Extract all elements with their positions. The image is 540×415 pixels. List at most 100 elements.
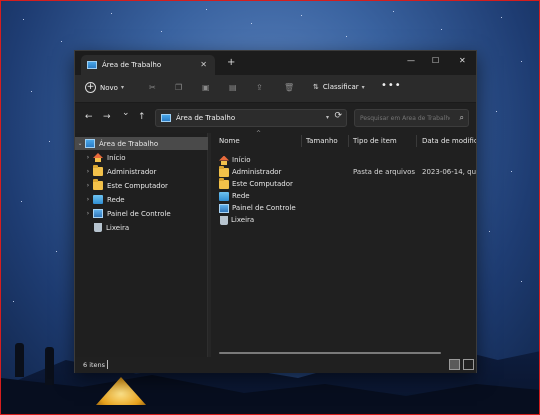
- chevron-down-icon: ▾: [120, 84, 124, 91]
- navigation-bar: ← → ⌄ ↑ Área de Trabalho ▾ ⟳ ⌕: [75, 104, 476, 132]
- recent-locations-button[interactable]: ⌄: [122, 108, 130, 118]
- sidebar-item-label: Lixeira: [106, 223, 130, 232]
- sidebar-item-este-computador[interactable]: › Este Computador: [75, 179, 208, 192]
- sort-button-label: Classificar: [322, 83, 359, 91]
- more-options-button[interactable]: •••: [381, 80, 402, 91]
- file-name: Início: [232, 156, 251, 164]
- minimize-button[interactable]: —: [407, 56, 415, 65]
- column-header-size[interactable]: Tamanho: [306, 133, 338, 149]
- tab-area-de-trabalho[interactable]: Área de Trabalho ✕: [81, 55, 215, 75]
- recycle-bin-icon: [94, 223, 102, 232]
- file-name: Painel de Controle: [232, 204, 296, 212]
- sidebar-item-label: Painel de Controle: [107, 209, 171, 218]
- home-icon: [93, 153, 103, 162]
- horizontal-scrollbar[interactable]: [219, 352, 441, 354]
- title-bar: Área de Trabalho ✕ + — ☐ ✕: [75, 51, 476, 75]
- control-panel-icon: [219, 203, 229, 213]
- paste-icon[interactable]: ▣: [202, 83, 210, 92]
- sidebar-item-administrador[interactable]: › Administrador: [75, 165, 208, 178]
- column-divider[interactable]: [301, 135, 302, 147]
- desktop-icon: [87, 61, 97, 69]
- up-button[interactable]: ↑: [138, 112, 146, 122]
- maximize-button[interactable]: ☐: [432, 56, 439, 65]
- file-list: ^ Nome Tamanho Tipo de item Data de modi…: [213, 130, 476, 357]
- file-row[interactable]: Início: [213, 154, 476, 166]
- sidebar-item-area-de-trabalho[interactable]: ⌄ Área de Trabalho: [75, 137, 208, 150]
- tiles-view-button[interactable]: [463, 359, 474, 370]
- details-view-button[interactable]: [449, 359, 460, 370]
- file-name: Administrador: [232, 168, 282, 176]
- chevron-right-icon[interactable]: ›: [83, 210, 93, 217]
- chevron-down-icon[interactable]: ⌄: [75, 140, 85, 147]
- chevron-down-icon[interactable]: ▾: [326, 114, 329, 121]
- navigation-pane-scrollbar[interactable]: [208, 133, 211, 357]
- file-name: Lixeira: [231, 216, 255, 224]
- column-divider[interactable]: [416, 135, 417, 147]
- column-header-date[interactable]: Data de modificaç: [422, 133, 476, 149]
- sort-ascending-icon: ^: [256, 130, 262, 137]
- chevron-right-icon[interactable]: ›: [83, 154, 93, 161]
- sort-icon: ⇅: [313, 83, 319, 91]
- chevron-right-icon[interactable]: ›: [83, 182, 93, 189]
- desktop-icon: [85, 139, 95, 148]
- status-divider: [107, 360, 108, 369]
- new-tab-button[interactable]: +: [227, 57, 235, 68]
- sidebar-item-lixeira[interactable]: Lixeira: [75, 221, 208, 234]
- control-panel-icon: [93, 209, 103, 218]
- share-icon[interactable]: ⇪: [256, 83, 263, 92]
- new-button[interactable]: + Novo ▾: [85, 82, 124, 93]
- item-count: 6 itens: [83, 361, 106, 369]
- person-silhouette: [15, 343, 24, 377]
- column-header-type[interactable]: Tipo de item: [353, 133, 397, 149]
- file-type: Pasta de arquivos: [353, 168, 416, 176]
- network-icon: [219, 191, 229, 201]
- folder-icon: [93, 165, 103, 176]
- rename-icon[interactable]: ▤: [229, 83, 237, 92]
- sidebar-item-inicio[interactable]: › Início: [75, 151, 208, 164]
- person-silhouette: [45, 347, 54, 385]
- folder-icon: [93, 179, 103, 190]
- sidebar-item-rede[interactable]: › Rede: [75, 193, 208, 206]
- address-bar[interactable]: Área de Trabalho ▾ ⟳: [155, 109, 347, 127]
- chevron-right-icon[interactable]: ›: [83, 196, 93, 203]
- search-input[interactable]: [355, 110, 450, 126]
- file-row[interactable]: Este Computador: [213, 177, 476, 190]
- column-header-name[interactable]: Nome: [219, 133, 240, 149]
- delete-icon[interactable]: 🗑: [284, 83, 294, 92]
- search-icon[interactable]: ⌕: [460, 113, 464, 123]
- address-text: Área de Trabalho: [176, 114, 236, 122]
- close-tab-icon[interactable]: ✕: [200, 60, 207, 69]
- copy-icon[interactable]: ❐: [175, 83, 182, 92]
- file-row[interactable]: Painel de Controle: [213, 202, 476, 214]
- close-window-button[interactable]: ✕: [459, 56, 466, 65]
- folder-icon: [219, 177, 229, 189]
- home-icon: [219, 156, 229, 165]
- back-button[interactable]: ←: [85, 112, 93, 122]
- sidebar-item-label: Este Computador: [107, 181, 168, 190]
- sidebar-item-painel-de-controle[interactable]: › Painel de Controle: [75, 207, 208, 220]
- file-row[interactable]: Lixeira: [213, 214, 476, 226]
- sidebar-item-label: Início: [107, 153, 126, 162]
- file-date: 2023-06-14, qua 1: [422, 168, 476, 176]
- file-row[interactable]: Administrador Pasta de arquivos 2023-06-…: [213, 165, 476, 178]
- column-divider[interactable]: [348, 135, 349, 147]
- status-bar: 6 itens: [75, 357, 476, 373]
- cut-icon[interactable]: ✂: [149, 83, 156, 92]
- file-explorer-window: Área de Trabalho ✕ + — ☐ ✕ + Novo ▾ ✂ ❐ …: [74, 50, 477, 373]
- refresh-button[interactable]: ⟳: [334, 111, 342, 121]
- navigation-pane: ⌄ Área de Trabalho › Início › Administra…: [75, 133, 208, 357]
- new-button-label: Novo: [100, 83, 118, 92]
- sort-button[interactable]: ⇅ Classificar ▾: [313, 83, 365, 91]
- chevron-down-icon: ▾: [361, 83, 365, 91]
- search-box[interactable]: ⌕: [354, 109, 469, 127]
- sidebar-item-label: Administrador: [107, 167, 157, 176]
- sidebar-item-label: Área de Trabalho: [99, 139, 159, 148]
- folder-icon: [219, 165, 229, 177]
- add-icon: +: [85, 82, 96, 93]
- command-bar: + Novo ▾ ✂ ❐ ▣ ▤ ⇪ 🗑 ⇅ Classificar ▾ •••: [75, 75, 476, 103]
- forward-button[interactable]: →: [103, 112, 111, 122]
- chevron-right-icon[interactable]: ›: [83, 168, 93, 175]
- file-name: Este Computador: [232, 180, 293, 188]
- file-row[interactable]: Rede: [213, 190, 476, 202]
- file-name: Rede: [232, 192, 250, 200]
